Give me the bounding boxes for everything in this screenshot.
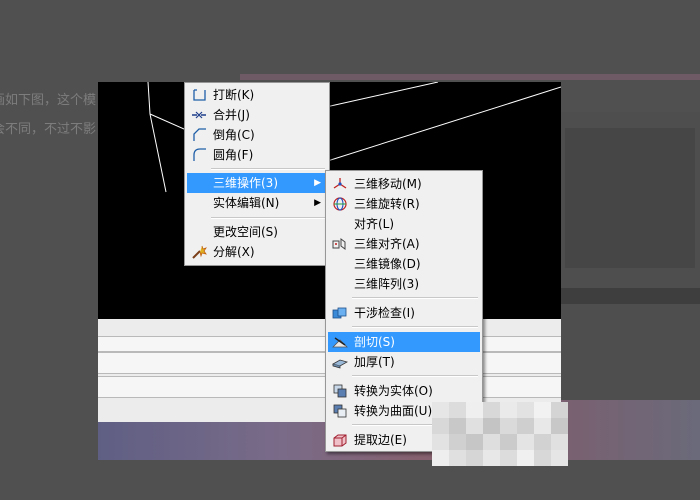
menu-separator (352, 297, 478, 299)
menu-item-label: 对齐(L) (354, 217, 395, 231)
menu-item-convert-to-solid[interactable]: 转换为实体(O) (328, 381, 480, 401)
menu-item-thicken[interactable]: 加厚(T) (328, 352, 480, 372)
explode-icon (192, 245, 207, 259)
menu-item-label: 转换为实体(O) (354, 384, 433, 398)
menu-item-3d-move[interactable]: 三维移动(M) (328, 174, 480, 194)
3d-align-icon (332, 238, 346, 250)
menu-item-label: 三维操作(3) (213, 176, 278, 190)
menu-item-label: 圆角(F) (213, 148, 254, 162)
submenu-arrow-icon: ▶ (314, 198, 321, 208)
3d-rotate-icon (333, 197, 347, 211)
background-band (560, 400, 700, 460)
menu-item-3d-mirror[interactable]: 三维镜像(D) (328, 254, 480, 274)
menu-item-interference-check[interactable]: 干涉检查(I) (328, 303, 480, 323)
menu-item-label: 剖切(S) (354, 335, 395, 349)
chamfer-icon (193, 128, 206, 141)
menu-item-label: 干涉检查(I) (354, 306, 415, 320)
menu-item-3d-array[interactable]: 三维阵列(3) (328, 274, 480, 294)
menu-item-3d-align[interactable]: 三维对齐(A) (328, 234, 480, 254)
background-panel-bar (560, 288, 700, 304)
menu-item-3d-operations[interactable]: 三维操作(3) ▶ (187, 173, 327, 193)
break-icon (193, 89, 206, 101)
menu-item-label: 打断(K) (213, 88, 255, 102)
menu-item-label: 合并(J) (213, 108, 250, 122)
fillet-icon (193, 148, 206, 161)
slice-icon (332, 337, 348, 348)
menu-item-label: 倒角(C) (213, 128, 255, 142)
menu-item-label: 实体编辑(N) (213, 196, 280, 210)
menu-item-label: 加厚(T) (354, 355, 395, 369)
menu-separator (352, 375, 478, 377)
menu-item-label: 更改空间(S) (213, 225, 278, 239)
convert-to-surface-icon (333, 404, 347, 418)
menu-item-align[interactable]: 对齐(L) (328, 214, 480, 234)
background-panel-inner (565, 128, 695, 268)
menu-separator (211, 217, 325, 219)
menu-item-label: 提取边(E) (354, 433, 407, 447)
menu-item-label: 三维旋转(R) (354, 197, 420, 211)
menu-item-label: 三维移动(M) (354, 177, 422, 191)
menu-item-chamfer[interactable]: 倒角(C) (187, 125, 327, 145)
background-strip (240, 74, 700, 80)
menu-item-label: 三维阵列(3) (354, 277, 419, 291)
menu-separator (352, 326, 478, 328)
menu-item-solid-editing[interactable]: 实体编辑(N) ▶ (187, 193, 327, 213)
menu-item-change-space[interactable]: 更改空间(S) (187, 222, 327, 242)
menu-item-label: 转换为曲面(U) (354, 404, 433, 418)
submenu-arrow-icon: ▶ (314, 178, 321, 188)
menu-item-break[interactable]: 打断(K) (187, 85, 327, 105)
thicken-icon (332, 359, 348, 369)
menu-item-label: 分解(X) (213, 245, 255, 259)
background-text-line: 会不同，不过不影 (0, 122, 97, 137)
menu-item-fillet[interactable]: 圆角(F) (187, 145, 327, 165)
interference-check-icon (332, 307, 347, 319)
menu-separator (211, 168, 325, 170)
menu-item-label: 三维对齐(A) (354, 237, 420, 251)
menu-item-slice[interactable]: 剖切(S) (328, 332, 480, 352)
convert-to-solid-icon (333, 384, 347, 398)
extract-edges-icon (333, 434, 347, 447)
menu-item-explode[interactable]: 分解(X) (187, 242, 327, 262)
menu-item-3d-rotate[interactable]: 三维旋转(R) (328, 194, 480, 214)
3d-move-icon (333, 178, 347, 189)
background-text-line: 画如下图，这个模 (0, 93, 97, 108)
context-menu: 打断(K) 合并(J) 倒角(C) 圆角(F) 三维操作(3) ▶ 实体编辑(N… (184, 82, 330, 266)
join-icon (192, 111, 206, 119)
menu-item-join[interactable]: 合并(J) (187, 105, 327, 125)
watermark-mosaic (432, 400, 568, 466)
menu-item-label: 三维镜像(D) (354, 257, 421, 271)
